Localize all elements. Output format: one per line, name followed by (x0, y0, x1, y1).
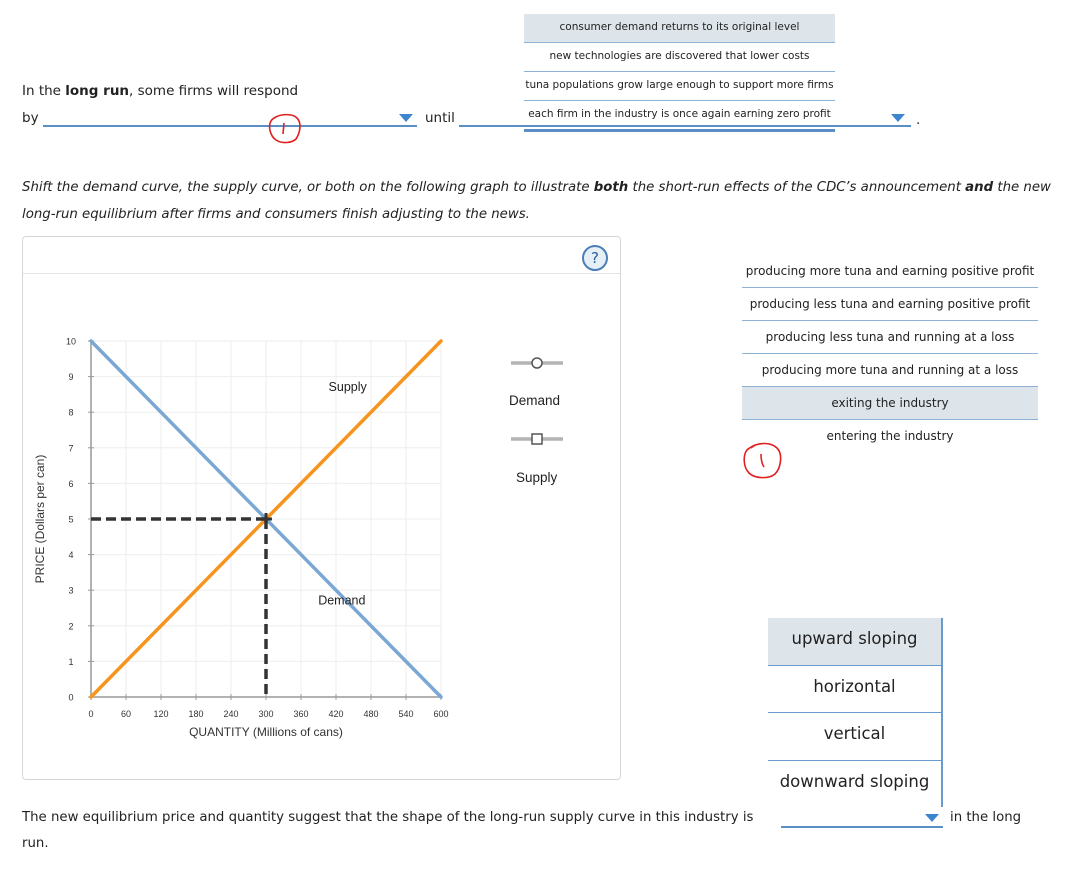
by-option[interactable]: producing less tuna and earning positive… (742, 288, 1038, 321)
legend-supply-tool[interactable] (511, 431, 571, 450)
instr-part: the short-run effects of the CDC’s annou… (628, 180, 966, 195)
dropdown-shape-caret-icon[interactable] (925, 814, 939, 822)
until-option[interactable]: consumer demand returns to its original … (524, 14, 835, 43)
annotation-circle-mark (743, 442, 782, 479)
sentence-period: . (916, 112, 921, 128)
until-option[interactable]: each firm in the industry is once again … (524, 101, 835, 132)
y-tick-label: 8 (68, 408, 73, 418)
instr-bold: and (965, 180, 994, 195)
dropdown-until-options: consumer demand returns to its original … (524, 14, 835, 132)
x-tick-label: 540 (398, 709, 413, 719)
supply-demand-chart[interactable]: 0 1 2 3 4 5 6 7 8 9 10 0 60 120 180 240 300 360 420 480 540 6… (23, 237, 620, 779)
until-option[interactable]: new technologies are discovered that low… (524, 43, 835, 72)
dropdown-shape[interactable] (781, 810, 943, 828)
dropdown-until-caret-icon[interactable] (891, 114, 905, 122)
y-tick-label: 10 (66, 337, 76, 347)
annotation-circle-mark (268, 113, 301, 144)
x-tick-label: 60 (121, 709, 131, 719)
until-label: until (425, 110, 455, 126)
y-tick-label: 2 (68, 621, 73, 631)
dropdown-by-underline (43, 125, 417, 127)
question2-text: The new equilibrium price and quantity s… (22, 810, 754, 825)
by-option[interactable]: entering the industry (742, 420, 1038, 452)
by-option[interactable]: producing more tuna and earning positive… (742, 255, 1038, 288)
supply-curve-label: Supply (329, 380, 368, 394)
dropdown-shape-underline (781, 826, 943, 828)
x-tick-label: 600 (433, 709, 448, 719)
x-tick-label: 120 (153, 709, 168, 719)
question2-after: in the long (950, 810, 1022, 825)
y-tick-label: 1 (68, 657, 73, 667)
y-tick-label: 4 (68, 550, 73, 560)
intro-prefix: In the (22, 83, 66, 99)
x-tick-label: 300 (258, 709, 273, 719)
shape-option[interactable]: vertical (768, 713, 941, 761)
graph-panel: ? 0 1 2 3 4 5 6 7 8 9 10 0 60 120 180 240 300 360 420 480 54… (22, 236, 621, 780)
by-label: by (22, 110, 39, 126)
x-tick-label: 0 (88, 709, 93, 719)
instr-bold: both (593, 180, 629, 195)
legend-demand-label: Demand (509, 393, 561, 408)
x-tick-label: 420 (328, 709, 343, 719)
demand-circle-marker-icon[interactable] (511, 356, 571, 370)
y-tick-label: 5 (68, 515, 73, 525)
legend-demand-tool[interactable] (511, 355, 571, 374)
supply-square-marker-icon[interactable] (511, 432, 571, 446)
y-tick-label: 9 (68, 372, 73, 382)
shape-option[interactable]: horizontal (768, 666, 941, 713)
x-tick-label: 180 (188, 709, 203, 719)
graph-instructions: Shift the demand curve, the supply curve… (22, 174, 1052, 228)
x-tick-label: 480 (363, 709, 378, 719)
y-tick-label: 6 (68, 479, 73, 489)
until-option[interactable]: tuna populations grow large enough to su… (524, 72, 835, 101)
by-option[interactable]: producing less tuna and running at a los… (742, 321, 1038, 354)
y-tick-label: 3 (68, 586, 73, 596)
dropdown-shape-options: upward sloping horizontal vertical downw… (768, 618, 943, 807)
question1-intro: In the long run, some firms will respond (22, 83, 298, 99)
x-tick-label: 360 (293, 709, 308, 719)
shape-option[interactable]: downward sloping (768, 761, 941, 808)
dropdown-by[interactable] (43, 110, 417, 128)
question2-wrap: run. (22, 836, 49, 851)
shape-option[interactable]: upward sloping (768, 618, 941, 666)
y-tick-label: 0 (68, 693, 73, 703)
x-axis-title: QUANTITY (Millions of cans) (189, 725, 343, 739)
legend-supply-label: Supply (516, 470, 558, 485)
dropdown-by-caret-icon[interactable] (399, 114, 413, 122)
y-axis-title: PRICE (Dollars per can) (33, 455, 47, 584)
demand-curve-label: Demand (318, 593, 365, 607)
by-option[interactable]: exiting the industry (742, 387, 1038, 420)
x-tick-label: 240 (223, 709, 238, 719)
y-tick-label: 7 (68, 443, 73, 453)
instr-part: Shift the demand curve, the supply curve… (22, 180, 594, 195)
intro-bold: long run (65, 83, 130, 99)
by-option[interactable]: producing more tuna and running at a los… (742, 354, 1038, 387)
intro-suffix: , some firms will respond (129, 83, 299, 99)
dropdown-by-options: producing more tuna and earning positive… (742, 255, 1038, 452)
